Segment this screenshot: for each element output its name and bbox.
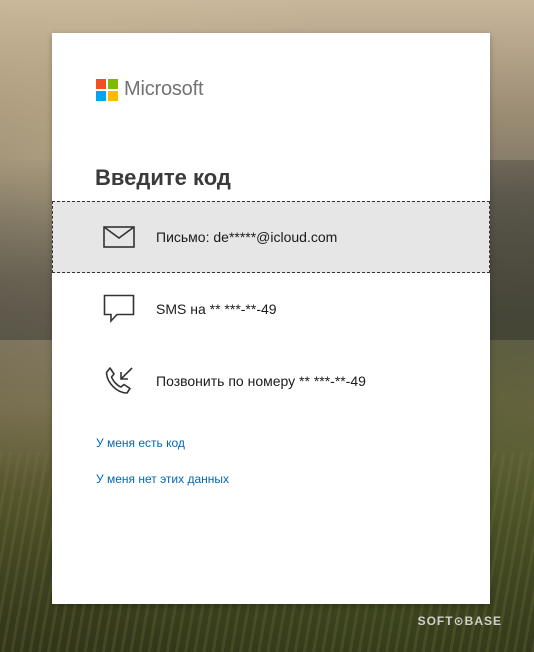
logo-text: Microsoft (124, 78, 204, 100)
envelope-icon (102, 221, 136, 253)
sms-chat-icon (102, 293, 136, 325)
option-call-label: Позвонить по номеру ** ***-**-49 (156, 373, 366, 389)
option-call[interactable]: Позвонить по номеру ** ***-**-49 (52, 345, 490, 417)
incoming-call-icon (102, 365, 136, 397)
microsoft-logo: Microsoft (96, 78, 204, 101)
microsoft-logo-icon (96, 78, 118, 101)
option-sms[interactable]: SMS на ** ***-**-49 (52, 273, 490, 345)
no-data-link[interactable]: У меня нет этих данных (96, 472, 229, 486)
watermark: SOFT⊙BASE (417, 614, 502, 628)
option-email[interactable]: Письмо: de*****@icloud.com (52, 201, 490, 273)
option-email-label: Письмо: de*****@icloud.com (156, 229, 338, 245)
have-code-link[interactable]: У меня есть код (96, 436, 185, 450)
option-sms-label: SMS на ** ***-**-49 (156, 301, 277, 317)
page-title: Введите код (95, 165, 231, 190)
signin-card: Microsoft Введите код Письмо: de*****@ic… (52, 33, 490, 604)
